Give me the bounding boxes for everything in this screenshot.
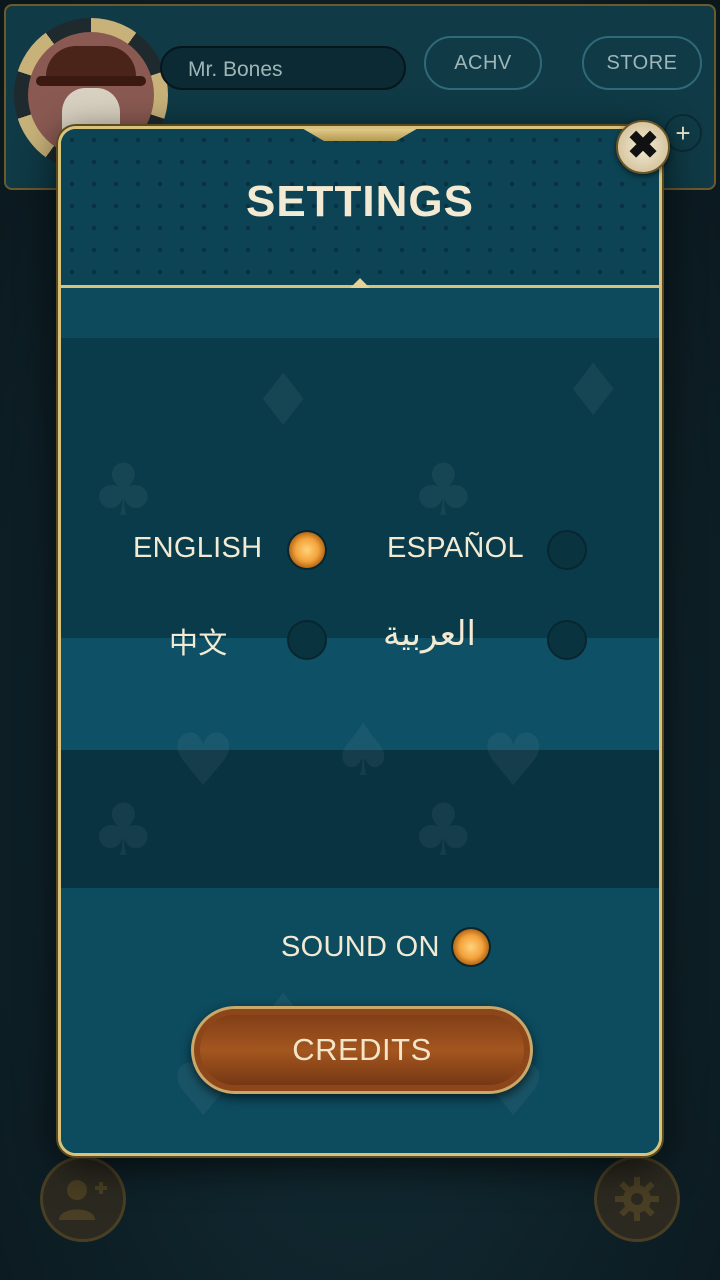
heart-suit-icon: ♥ [171, 718, 236, 802]
close-icon[interactable]: ✖ [616, 120, 670, 174]
add-friend-icon [59, 1180, 107, 1220]
dialog-title: SETTINGS [245, 177, 475, 226]
gear-icon [615, 1177, 659, 1221]
language-radio-arabic[interactable] [547, 620, 587, 660]
dialog-header: SETTINGS [61, 129, 659, 298]
heart-suit-icon: ♥ [481, 718, 546, 802]
language-radio-chinese[interactable] [287, 620, 327, 660]
language-radio-spanish[interactable] [547, 530, 587, 570]
credits-button[interactable]: CREDITS [191, 1006, 533, 1094]
header-ornament [300, 129, 420, 141]
store-button[interactable]: STORE [582, 36, 702, 90]
diamond-suit-icon: ♦ [251, 358, 316, 442]
spade-suit-icon: ♠ [331, 708, 396, 792]
club-suit-icon: ♣ [411, 448, 476, 532]
club-suit-icon: ♣ [91, 448, 156, 532]
language-radio-english[interactable] [287, 530, 327, 570]
sound-toggle-label[interactable]: SOUND ON [281, 931, 440, 964]
language-option-arabic-label[interactable]: العربية [383, 614, 476, 654]
achievements-button[interactable]: ACHV [424, 36, 542, 90]
language-option-english-label[interactable]: ENGLISH [133, 532, 262, 565]
club-suit-icon: ♣ [91, 788, 156, 872]
sound-toggle-radio[interactable] [451, 927, 491, 967]
avatar-hat-brim [36, 76, 146, 86]
player-name: Mr. Bones [160, 46, 406, 90]
language-option-chinese-label[interactable]: 中文 [169, 620, 228, 662]
settings-button[interactable] [594, 1156, 680, 1242]
add-friend-button[interactable] [40, 1156, 126, 1242]
diamond-suit-icon: ♦ [561, 348, 626, 432]
settings-dialog: SETTINGS ♣ ♦ ♣ ♦ ♥ ♠ ♥ ♣ ♣ ♦ ♥ ♥ ENGLISH… [58, 126, 662, 1156]
language-option-spanish-label[interactable]: ESPAÑOL [387, 532, 524, 565]
club-suit-icon: ♣ [411, 788, 476, 872]
